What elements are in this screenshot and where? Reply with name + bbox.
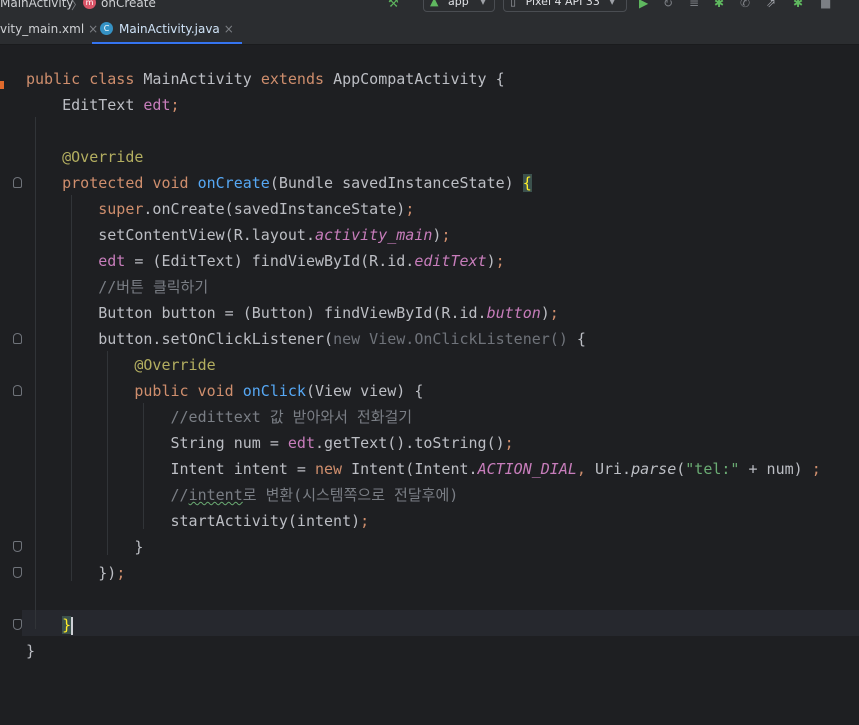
code-line-7: setContentView(R.layout.activity_main); [98, 226, 451, 244]
code-line-5: protected void onCreate(Bundle savedInst… [62, 174, 532, 192]
code-line-4: @Override [62, 148, 144, 166]
tab-main-activity-java[interactable]: C MainActivity.java × [92, 14, 242, 44]
code-line-20: }); [98, 564, 126, 582]
code-line-15: String num = edt.getText().toString(); [170, 434, 514, 452]
code-line-22: } [26, 612, 74, 638]
device-label: Pixel 4 API 33 [525, 0, 600, 8]
spelling-warning: intent [188, 486, 243, 504]
fold-icon[interactable] [13, 541, 22, 552]
code-line-1: public class MainActivity extends AppCom… [26, 70, 505, 88]
current-line-highlight [22, 610, 859, 636]
apply-changes-icon[interactable]: ⇗ [766, 0, 776, 9]
main-toolbar: MainActivity 〉 m onCreate ⚒ ▲ app ▾ ▯ Pi… [0, 0, 859, 14]
code-line-13: public void onClick(View view) { [134, 382, 424, 400]
android-icon: ▲ [430, 0, 439, 8]
code-line-19: } [134, 538, 144, 556]
chevron-down-icon: ▾ [609, 0, 615, 8]
tab-label: MainActivity.java [119, 22, 220, 36]
code-line-14: //edittext 값 받아와서 전화걸기 [170, 408, 413, 426]
device-select[interactable]: ▯ Pixel 4 API 33 ▾ [503, 0, 627, 12]
code-line-10: Button button = (Button) findViewById(R.… [98, 304, 559, 322]
run-config-label: app [447, 0, 469, 8]
fold-icon[interactable] [13, 385, 22, 396]
fold-icon[interactable] [13, 333, 22, 344]
breadcrumb-method[interactable]: onCreate [101, 0, 156, 10]
device-icon: ▯ [510, 0, 517, 8]
breadcrumb-separator: 〉 [71, 0, 84, 12]
code-line-8: edt = (EditText) findViewById(R.id.editT… [98, 252, 505, 270]
editor-tab-bar: vity_main.xml × C MainActivity.java × [0, 14, 859, 45]
code-line-9: //버튼 클릭하기 [98, 278, 209, 296]
run-config-select[interactable]: ▲ app ▾ [423, 0, 495, 12]
fold-icon[interactable] [13, 619, 22, 630]
code-line-11: button.setOnClickListener(new View.OnCli… [98, 330, 586, 348]
java-class-icon: C [100, 22, 113, 35]
debug-icon[interactable]: ✱ [714, 0, 724, 9]
code-line-17: //intent로 변환(시스템쪽으로 전달후에) [170, 486, 459, 504]
code-line-16: Intent intent = new Intent(Intent.ACTION… [170, 460, 821, 478]
stop-icon[interactable]: ■ [820, 0, 831, 9]
method-icon: m [83, 0, 96, 9]
code-editor[interactable]: public class MainActivity extends AppCom… [0, 45, 859, 725]
matched-brace: { [522, 174, 532, 192]
code-line-2: EditText edt; [62, 96, 180, 114]
code-line-23: } [26, 642, 36, 660]
attach-debugger-icon[interactable]: ✆ [740, 0, 750, 9]
profiler-icon[interactable]: ≡ [689, 0, 699, 9]
fold-icon[interactable] [13, 567, 22, 578]
apply-code-changes-icon[interactable]: ✱ [793, 0, 803, 9]
code-line-12: @Override [134, 356, 216, 374]
refresh-icon[interactable]: ↻ [663, 0, 673, 9]
run-icon[interactable]: ▶ [639, 0, 648, 9]
ide-window: MainActivity 〉 m onCreate ⚒ ▲ app ▾ ▯ Pi… [0, 0, 859, 725]
chevron-down-icon: ▾ [480, 0, 486, 8]
close-icon[interactable]: × [224, 22, 234, 36]
breadcrumb-class[interactable]: MainActivity [0, 0, 74, 10]
code-line-18: startActivity(intent); [170, 512, 370, 530]
tab-activity-main-xml[interactable]: vity_main.xml × [0, 14, 98, 44]
tab-label: vity_main.xml [0, 22, 85, 36]
text-caret [71, 616, 74, 635]
code-line-6: super.onCreate(savedInstanceState); [98, 200, 415, 218]
matched-brace: } [62, 616, 72, 634]
change-marker [0, 81, 4, 89]
fold-icon[interactable] [13, 177, 22, 188]
hammer-icon[interactable]: ⚒ [388, 0, 399, 9]
